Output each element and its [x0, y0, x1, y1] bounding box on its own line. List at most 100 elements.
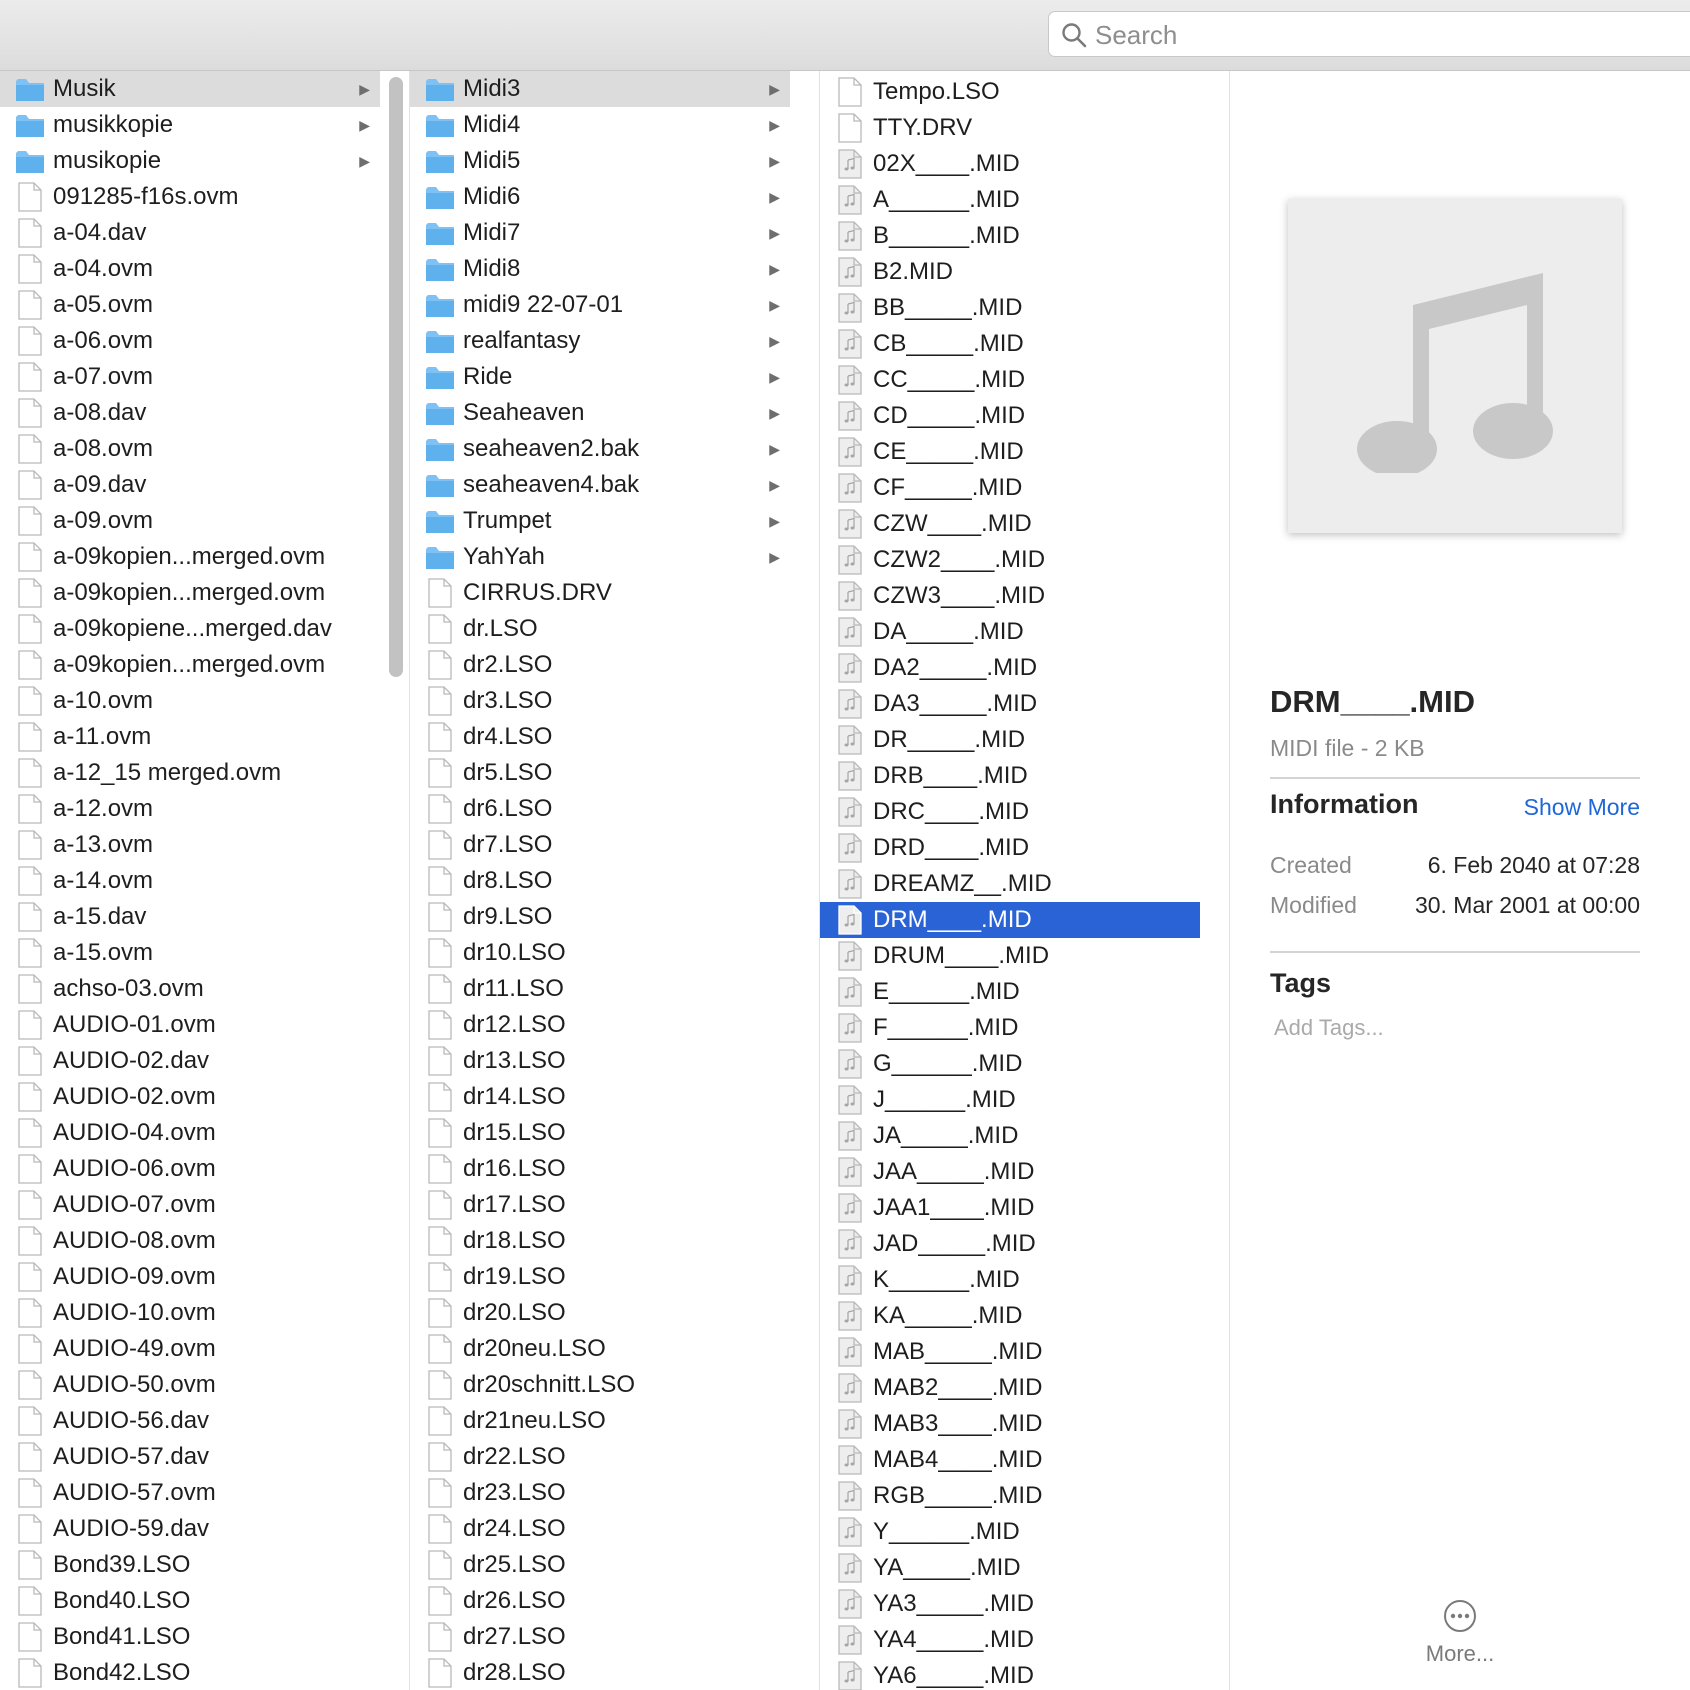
file-item[interactable]: dr20neu.LSO [410, 1331, 790, 1367]
file-item[interactable]: DA2_____.MID [820, 650, 1200, 686]
file-item[interactable]: YA4_____.MID [820, 1622, 1200, 1658]
file-item[interactable]: dr26.LSO [410, 1583, 790, 1619]
folder-item[interactable]: Seaheaven ▶ [410, 395, 790, 431]
add-tags-field[interactable]: Add Tags... [1274, 1015, 1384, 1041]
file-item[interactable]: TTY.DRV [820, 110, 1200, 146]
file-item[interactable]: dr15.LSO [410, 1115, 790, 1151]
file-item[interactable]: a-04.ovm [0, 251, 380, 287]
file-item[interactable]: CIRRUS.DRV [410, 575, 790, 611]
file-item[interactable]: BB_____.MID [820, 290, 1200, 326]
file-item[interactable]: YA3_____.MID [820, 1586, 1200, 1622]
disclosure-triangle-icon[interactable]: ▶ [359, 107, 370, 143]
file-item[interactable]: Bond39.LSO [0, 1547, 380, 1583]
disclosure-triangle-icon[interactable]: ▶ [769, 215, 780, 251]
file-item[interactable]: MAB3____.MID [820, 1406, 1200, 1442]
file-item[interactable]: AUDIO-06.ovm [0, 1151, 380, 1187]
file-item[interactable]: a-09kopien...merged.ovm [0, 647, 380, 683]
file-item[interactable]: dr28.LSO [410, 1655, 790, 1690]
file-item[interactable]: dr16.LSO [410, 1151, 790, 1187]
file-item[interactable]: CZW____.MID [820, 506, 1200, 542]
file-item[interactable]: YA6_____.MID [820, 1658, 1200, 1690]
folder-item[interactable]: Midi3 ▶ [410, 71, 790, 107]
disclosure-triangle-icon[interactable]: ▶ [769, 503, 780, 539]
folder-item[interactable]: Midi8 ▶ [410, 251, 790, 287]
search-field[interactable] [1048, 11, 1690, 57]
file-item[interactable]: CZW3____.MID [820, 578, 1200, 614]
file-item[interactable]: dr22.LSO [410, 1439, 790, 1475]
file-item[interactable]: AUDIO-10.ovm [0, 1295, 380, 1331]
file-item[interactable]: a-13.ovm [0, 827, 380, 863]
file-item[interactable]: AUDIO-57.ovm [0, 1475, 380, 1511]
file-item[interactable]: CZW2____.MID [820, 542, 1200, 578]
file-item[interactable]: dr12.LSO [410, 1007, 790, 1043]
folder-item[interactable]: musikkopie ▶ [0, 107, 380, 143]
disclosure-triangle-icon[interactable]: ▶ [359, 71, 370, 107]
file-item[interactable]: a-12.ovm [0, 791, 380, 827]
file-item[interactable]: JAD_____.MID [820, 1226, 1200, 1262]
file-item[interactable]: AUDIO-50.ovm [0, 1367, 380, 1403]
disclosure-triangle-icon[interactable]: ▶ [769, 395, 780, 431]
file-item[interactable]: a-09.dav [0, 467, 380, 503]
file-item[interactable]: a-04.dav [0, 215, 380, 251]
file-item[interactable]: CE_____.MID [820, 434, 1200, 470]
disclosure-triangle-icon[interactable]: ▶ [359, 143, 370, 179]
file-item[interactable]: dr3.LSO [410, 683, 790, 719]
file-item[interactable]: a-15.dav [0, 899, 380, 935]
folder-item[interactable]: Midi6 ▶ [410, 179, 790, 215]
disclosure-triangle-icon[interactable]: ▶ [769, 467, 780, 503]
file-item[interactable]: dr20.LSO [410, 1295, 790, 1331]
disclosure-triangle-icon[interactable]: ▶ [769, 323, 780, 359]
folder-item[interactable]: seaheaven2.bak ▶ [410, 431, 790, 467]
file-item[interactable]: CF_____.MID [820, 470, 1200, 506]
file-item[interactable]: AUDIO-08.ovm [0, 1223, 380, 1259]
file-item[interactable]: achso-03.ovm [0, 971, 380, 1007]
file-item[interactable]: AUDIO-59.dav [0, 1511, 380, 1547]
file-item[interactable]: AUDIO-57.dav [0, 1439, 380, 1475]
file-item[interactable]: JAA1____.MID [820, 1190, 1200, 1226]
disclosure-triangle-icon[interactable]: ▶ [769, 359, 780, 395]
file-item[interactable]: Bond42.LSO [0, 1655, 380, 1690]
file-item[interactable]: DREAMZ__.MID [820, 866, 1200, 902]
file-item[interactable]: DA3_____.MID [820, 686, 1200, 722]
file-item[interactable]: a-09.ovm [0, 503, 380, 539]
file-item[interactable]: 02X____.MID [820, 146, 1200, 182]
folder-item[interactable]: Musik ▶ [0, 71, 380, 107]
file-item[interactable]: AUDIO-04.ovm [0, 1115, 380, 1151]
file-item[interactable]: a-06.ovm [0, 323, 380, 359]
file-item[interactable]: dr21neu.LSO [410, 1403, 790, 1439]
file-item[interactable]: dr9.LSO [410, 899, 790, 935]
column-1[interactable]: Musik ▶ musikkopie ▶ musikopie ▶ 091285-f16s.o… [0, 71, 410, 1690]
disclosure-triangle-icon[interactable]: ▶ [769, 107, 780, 143]
file-item[interactable]: DRUM____.MID [820, 938, 1200, 974]
file-item[interactable]: DRD____.MID [820, 830, 1200, 866]
file-item[interactable]: dr27.LSO [410, 1619, 790, 1655]
file-item[interactable]: Tempo.LSO [820, 74, 1200, 110]
show-more-link[interactable]: Show More [1510, 794, 1640, 821]
file-item[interactable]: dr20schnitt.LSO [410, 1367, 790, 1403]
file-item[interactable]: RGB_____.MID [820, 1478, 1200, 1514]
file-item[interactable]: AUDIO-02.dav [0, 1043, 380, 1079]
folder-item[interactable]: Ride ▶ [410, 359, 790, 395]
folder-item[interactable]: Midi5 ▶ [410, 143, 790, 179]
file-item[interactable]: AUDIO-09.ovm [0, 1259, 380, 1295]
column-3[interactable]: NETWARE.DRVTempo.LSOTTY.DRV02X____.MIDA_… [820, 71, 1230, 1690]
file-item[interactable]: A______.MID [820, 182, 1200, 218]
file-item[interactable]: F______.MID [820, 1010, 1200, 1046]
file-item[interactable]: E______.MID [820, 974, 1200, 1010]
disclosure-triangle-icon[interactable]: ▶ [769, 431, 780, 467]
file-item[interactable]: K______.MID [820, 1262, 1200, 1298]
file-item[interactable]: a-11.ovm [0, 719, 380, 755]
file-item[interactable]: AUDIO-02.ovm [0, 1079, 380, 1115]
folder-item[interactable]: Midi4 ▶ [410, 107, 790, 143]
file-item[interactable]: CB_____.MID [820, 326, 1200, 362]
file-item[interactable]: DRM____.MID [820, 902, 1200, 938]
file-item[interactable]: B______.MID [820, 218, 1200, 254]
folder-item[interactable]: Trumpet ▶ [410, 503, 790, 539]
file-item[interactable]: Bond40.LSO [0, 1583, 380, 1619]
folder-item[interactable]: YahYah ▶ [410, 539, 790, 575]
file-item[interactable]: CD_____.MID [820, 398, 1200, 434]
search-input[interactable] [1093, 18, 1657, 52]
file-item[interactable]: MAB4____.MID [820, 1442, 1200, 1478]
more-button[interactable]: More... [1405, 1599, 1515, 1667]
file-item[interactable]: a-15.ovm [0, 935, 380, 971]
